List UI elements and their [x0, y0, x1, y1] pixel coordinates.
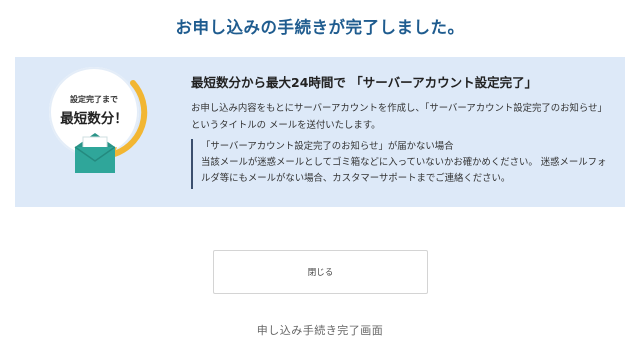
panel-body-text: お申し込み内容をもとにサーバーアカウントを作成し、「サーバーアカウント設定完了の… — [191, 103, 607, 131]
screen-caption: 申し込み手続き完了画面 — [256, 324, 384, 337]
panel-headline: 最短数分から最大24時間で 「サーバーアカウント設定完了」 — [191, 75, 538, 90]
close-button[interactable]: 閉じる — [213, 250, 428, 294]
notice-title: 「サーバーアカウント設定完了のお知らせ」が届かない場合 — [201, 141, 454, 152]
notice-block: 「サーバーアカウント設定完了のお知らせ」が届かない場合 当該メールが迷惑メールと… — [191, 139, 611, 189]
completion-info-panel: 設定完了まで 最短数分！ 最短数分から最大24時間で 「サーバーアカウント設定完… — [15, 57, 625, 207]
envelope-icon — [74, 133, 116, 173]
badge-caption: 設定完了まで — [70, 95, 118, 104]
page-title: お申し込みの手続きが完了しました。 — [175, 18, 465, 37]
badge: 設定完了まで 最短数分！ — [49, 67, 179, 197]
badge-highlight: 最短数分！ — [60, 111, 128, 127]
notice-body: 当該メールが迷惑メールとしてゴミ箱などに入っていないかお確かめください。 迷惑メ… — [201, 157, 607, 184]
